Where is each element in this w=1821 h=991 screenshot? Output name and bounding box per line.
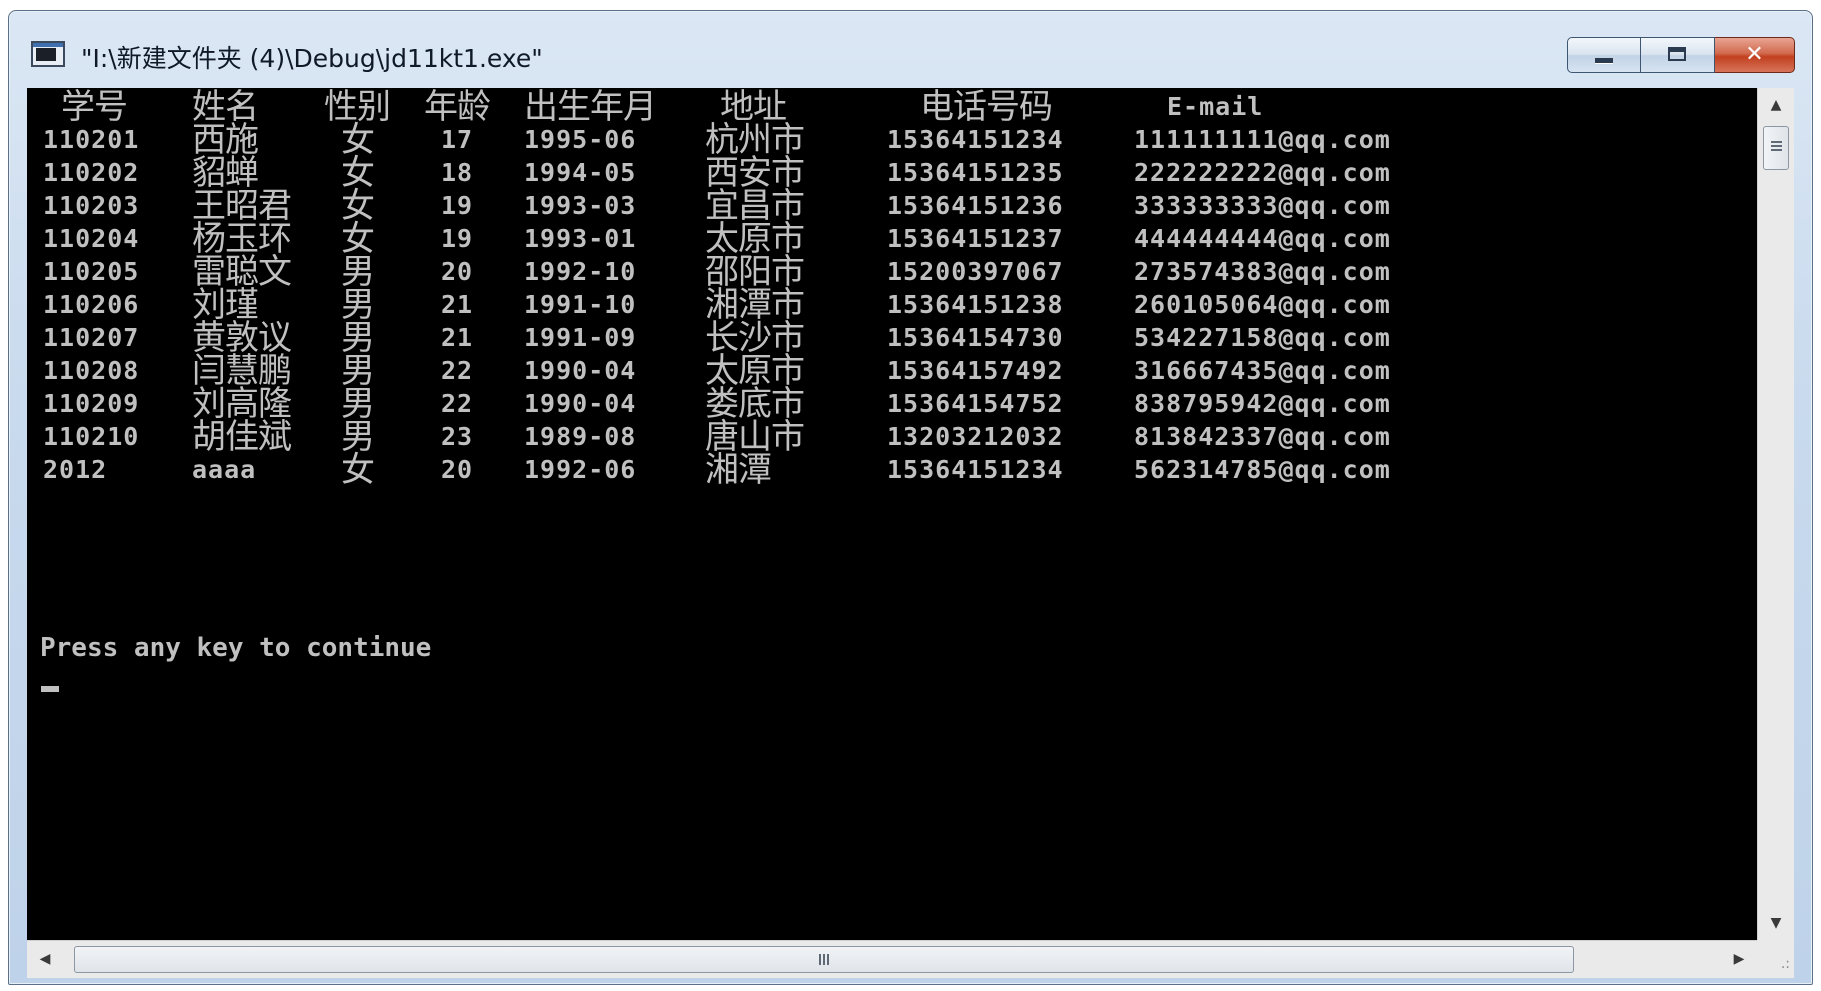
row-10-phone: 15364151234 bbox=[887, 455, 1064, 484]
maximize-button[interactable] bbox=[1641, 37, 1715, 73]
console-client-area[interactable]: 学号 姓名 性别 年龄 出生年月 地址 电话号码 E-mail 110201 西… bbox=[27, 88, 1794, 978]
vertical-scroll-thumb[interactable] bbox=[1763, 126, 1789, 170]
row-10-name: aaaa bbox=[192, 455, 257, 484]
row-10-id: 2012 bbox=[43, 455, 108, 484]
size-grip-icon[interactable]: .: bbox=[1757, 940, 1794, 978]
console-output[interactable]: 学号 姓名 性别 年龄 出生年月 地址 电话号码 E-mail 110201 西… bbox=[27, 88, 1757, 940]
maximize-icon bbox=[1668, 47, 1686, 61]
continue-prompt: Press any key to continue bbox=[40, 633, 432, 663]
close-button[interactable]: ✕ bbox=[1715, 37, 1795, 73]
close-icon: ✕ bbox=[1745, 42, 1764, 67]
title-bar[interactable]: "I:\新建文件夹 (4)\Debug\jd11kt1.exe" ✕ bbox=[9, 11, 1812, 87]
thumb-grip-icon bbox=[819, 954, 830, 965]
row-10-email: 562314785@qq.com bbox=[1134, 455, 1391, 484]
vertical-scrollbar[interactable]: ▲ ▼ bbox=[1757, 88, 1794, 940]
scroll-down-icon[interactable]: ▼ bbox=[1758, 906, 1794, 940]
scroll-up-icon[interactable]: ▲ bbox=[1758, 88, 1794, 122]
row-10-sex: 女 bbox=[341, 450, 375, 490]
scroll-right-icon[interactable]: ▶ bbox=[1721, 941, 1757, 978]
minimize-button[interactable] bbox=[1567, 37, 1641, 73]
horizontal-scrollbar[interactable]: ◀ ▶ bbox=[27, 940, 1757, 978]
text-cursor bbox=[41, 686, 59, 692]
scroll-left-icon[interactable]: ◀ bbox=[27, 941, 63, 978]
window-title: "I:\新建文件夹 (4)\Debug\jd11kt1.exe" bbox=[81, 44, 543, 73]
horizontal-scroll-thumb[interactable] bbox=[74, 946, 1574, 973]
minimize-icon bbox=[1595, 58, 1613, 63]
row-10-age: 20 bbox=[441, 455, 474, 484]
console-window[interactable]: "I:\新建文件夹 (4)\Debug\jd11kt1.exe" ✕ 学号 姓名… bbox=[8, 10, 1813, 985]
thumb-grip-icon bbox=[1771, 141, 1782, 152]
row-10-address: 湘潭 bbox=[705, 450, 772, 490]
console-app-icon[interactable] bbox=[31, 41, 65, 67]
icon-screen bbox=[36, 48, 56, 61]
icon-title-strip bbox=[33, 43, 63, 47]
row-10-birth: 1992-06 bbox=[524, 455, 637, 484]
